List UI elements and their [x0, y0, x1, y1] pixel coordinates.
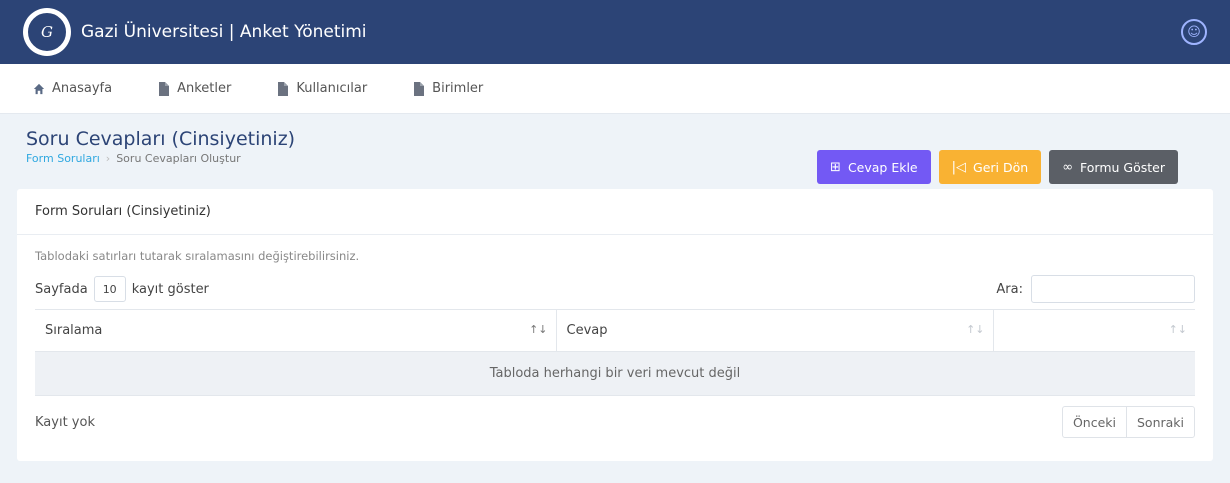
show-form-button[interactable]: ∞ Formu Göster: [1049, 150, 1178, 184]
app-title: Gazi Üniversitesi | Anket Yönetimi: [81, 22, 367, 42]
page-title: Soru Cevapları (Cinsiyetiniz): [26, 128, 296, 150]
search-label: Ara:: [996, 281, 1023, 297]
back-label: Geri Dön: [973, 159, 1029, 175]
add-answer-label: Cevap Ekle: [847, 159, 918, 175]
university-logo: G: [23, 8, 71, 56]
card-title: Form Soruları (Cinsiyetiniz): [17, 189, 1213, 235]
next-page-button[interactable]: Sonraki: [1125, 407, 1194, 437]
sort-icon: ↑↓: [966, 323, 985, 336]
link-icon: ∞: [1062, 159, 1074, 175]
nav-label: Anasayfa: [52, 81, 113, 96]
top-header: G Gazi Üniversitesi | Anket Yönetimi ☺: [0, 0, 1230, 64]
table-info: Kayıt yok: [35, 414, 95, 430]
nav-label: Anketler: [177, 81, 232, 96]
length-prefix: Sayfada: [35, 281, 88, 297]
file-plus-icon: ⊞: [830, 159, 841, 175]
nav-item-anasayfa[interactable]: Anasayfa: [33, 81, 112, 96]
page-length-select[interactable]: 10: [93, 276, 126, 302]
show-form-label: Formu Göster: [1080, 159, 1165, 175]
previous-page-button[interactable]: Önceki: [1063, 407, 1126, 437]
sort-icon: ↑↓: [529, 323, 548, 336]
column-header-cevap[interactable]: Cevap ↑↓: [555, 309, 993, 352]
skip-back-icon: |◁: [951, 159, 967, 175]
search-input[interactable]: [1031, 275, 1195, 303]
table-controls: Sayfada 10 kayıt göster Ara:: [35, 275, 1195, 303]
action-buttons: ⊞ Cevap Ekle |◁ Geri Dön ∞ Formu Göster: [817, 150, 1178, 184]
breadcrumb-current: Soru Cevapları Oluştur: [116, 152, 241, 165]
add-answer-button[interactable]: ⊞ Cevap Ekle: [817, 150, 931, 184]
file-icon: [278, 81, 289, 96]
column-header-actions[interactable]: ↑↓: [992, 309, 1195, 352]
main-nav: Anasayfa Anketler Kullanıcılar Birimler: [0, 64, 1230, 114]
sort-icon: ↑↓: [1168, 323, 1187, 336]
column-label: Cevap: [566, 323, 608, 338]
back-button[interactable]: |◁ Geri Dön: [938, 150, 1042, 184]
reorder-hint: Tablodaki satırları tutarak sıralamasını…: [35, 249, 360, 263]
answers-card: Form Soruları (Cinsiyetiniz) Tablodaki s…: [17, 189, 1213, 461]
file-icon: [414, 81, 425, 96]
page-header: Soru Cevapları (Cinsiyetiniz) Form Sorul…: [0, 114, 1230, 189]
column-label: Sıralama: [45, 323, 103, 338]
nav-item-birimler[interactable]: Birimler: [413, 81, 483, 96]
empty-table-message: Tabloda herhangi bir veri mevcut değil: [35, 351, 1195, 396]
breadcrumb: Form Soruları › Soru Cevapları Oluştur: [26, 152, 295, 165]
answers-table: Sıralama ↑↓ Cevap ↑↓ ↑↓ Tabloda herhangi…: [35, 309, 1195, 396]
brand[interactable]: G Gazi Üniversitesi | Anket Yönetimi: [23, 8, 367, 56]
nav-item-anketler[interactable]: Anketler: [158, 81, 231, 96]
home-icon: [33, 83, 45, 94]
table-header-row: Sıralama ↑↓ Cevap ↑↓ ↑↓: [35, 309, 1195, 352]
table-footer: Kayıt yok Önceki Sonraki: [35, 396, 1195, 438]
chevron-right-icon: ›: [105, 152, 111, 165]
column-header-siralama[interactable]: Sıralama ↑↓: [35, 309, 556, 352]
page-length: Sayfada 10 kayıt göster: [35, 276, 209, 302]
breadcrumb-link-form-sorulari[interactable]: Form Soruları: [26, 152, 100, 165]
nav-item-kullanicilar[interactable]: Kullanıcılar: [277, 81, 367, 96]
length-suffix: kayıt göster: [131, 281, 209, 297]
user-avatar-icon[interactable]: ☺: [1181, 19, 1207, 45]
pagination: Önceki Sonraki: [1061, 406, 1195, 438]
table-row: Tabloda herhangi bir veri mevcut değil: [35, 351, 1195, 396]
logo-seal: G: [26, 11, 68, 53]
table-search: Ara:: [996, 275, 1195, 303]
nav-label: Birimler: [432, 81, 484, 96]
nav-label: Kullanıcılar: [296, 81, 368, 96]
file-icon: [159, 81, 170, 96]
